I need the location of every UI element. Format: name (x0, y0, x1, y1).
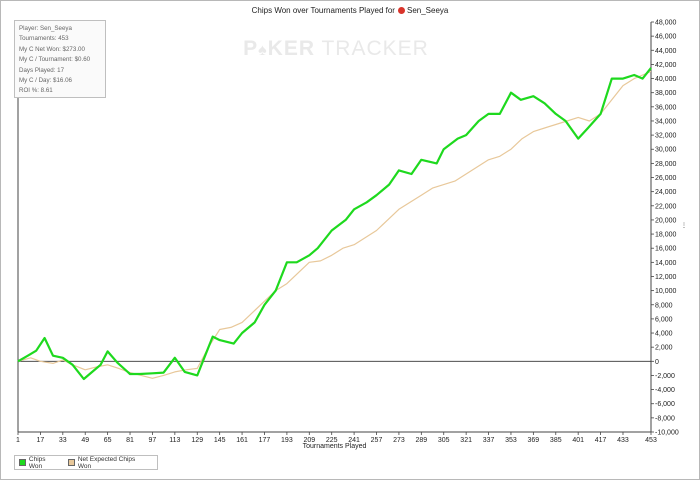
y-tick-label: 14,000 (655, 260, 677, 267)
y-tick-label: 32,000 (655, 133, 677, 140)
legend-item[interactable]: Net Expected Chips Won (67, 455, 149, 470)
x-axis-label: Tournaments Played (302, 443, 367, 450)
y-tick-label: 22,000 (655, 203, 677, 210)
y-tick-label: 44,000 (655, 48, 677, 55)
legend-swatch (67, 459, 75, 466)
y-tick-label: -8,000 (655, 415, 675, 422)
stats-line: Tournaments: 453 (19, 35, 69, 43)
series-line-expected (17, 70, 652, 379)
y-tick-label: -2,000 (655, 373, 675, 380)
series-line-chips-won (17, 67, 652, 381)
stats-line: Days Played: 17 (19, 66, 65, 74)
y-tick-label: 2,000 (655, 345, 673, 352)
y-tick-label: 4,000 (655, 331, 673, 338)
y-tick-label: 36,000 (655, 104, 677, 111)
y-tick-label: 40,000 (655, 76, 677, 83)
y-tick-label: -4,000 (655, 387, 675, 394)
y-tick-label: 16,000 (655, 246, 677, 253)
y-tick-label: 6,000 (655, 316, 673, 323)
y-tick-label: 34,000 (655, 118, 677, 125)
legend-label: Net Expected Chips Won (77, 455, 136, 470)
y-tick-label: 24,000 (655, 189, 677, 196)
stats-line: My C Net Won: $273.00 (19, 45, 85, 53)
y-tick-label: 20,000 (655, 217, 677, 224)
y-tick-label: 0 (655, 359, 659, 366)
stats-line: My C / Tournament: $0.60 (19, 56, 91, 64)
resize-handle-icon[interactable]: ⋮ (681, 222, 687, 229)
watermark-logo: P♠KER TRACKER (243, 37, 429, 60)
y-tick-label: 46,000 (655, 34, 677, 41)
y-tick-label: 30,000 (655, 147, 677, 154)
legend: Chips Won Net Expected Chips Won (14, 455, 158, 470)
legend-swatch (19, 459, 26, 466)
y-tick-label: -6,000 (655, 401, 675, 408)
y-tick-label: 48,000 (655, 20, 677, 27)
stats-line: ROI %: 8.61 (19, 87, 53, 95)
stats-box[interactable]: Player: Sen_Seeya Tournaments: 453 My C Ne… (14, 20, 106, 98)
y-tick-label: 12,000 (655, 274, 677, 281)
legend-item[interactable]: Chips Won (19, 456, 60, 470)
y-tick-label: 26,000 (655, 175, 677, 182)
y-tick-label: 28,000 (655, 161, 677, 168)
y-tick-label: 8,000 (655, 302, 673, 309)
y-tick-label: 10,000 (655, 288, 677, 295)
stats-line: My C / Day: $16.06 (19, 77, 72, 85)
y-tick-label: 18,000 (655, 232, 677, 239)
legend-label: Chips Won (28, 455, 46, 470)
stats-line: Player: Sen_Seeya (19, 25, 72, 32)
y-tick-label: 42,000 (655, 62, 677, 69)
y-tick-label: 38,000 (655, 90, 677, 97)
y-tick-label: -10,000 (655, 430, 679, 437)
